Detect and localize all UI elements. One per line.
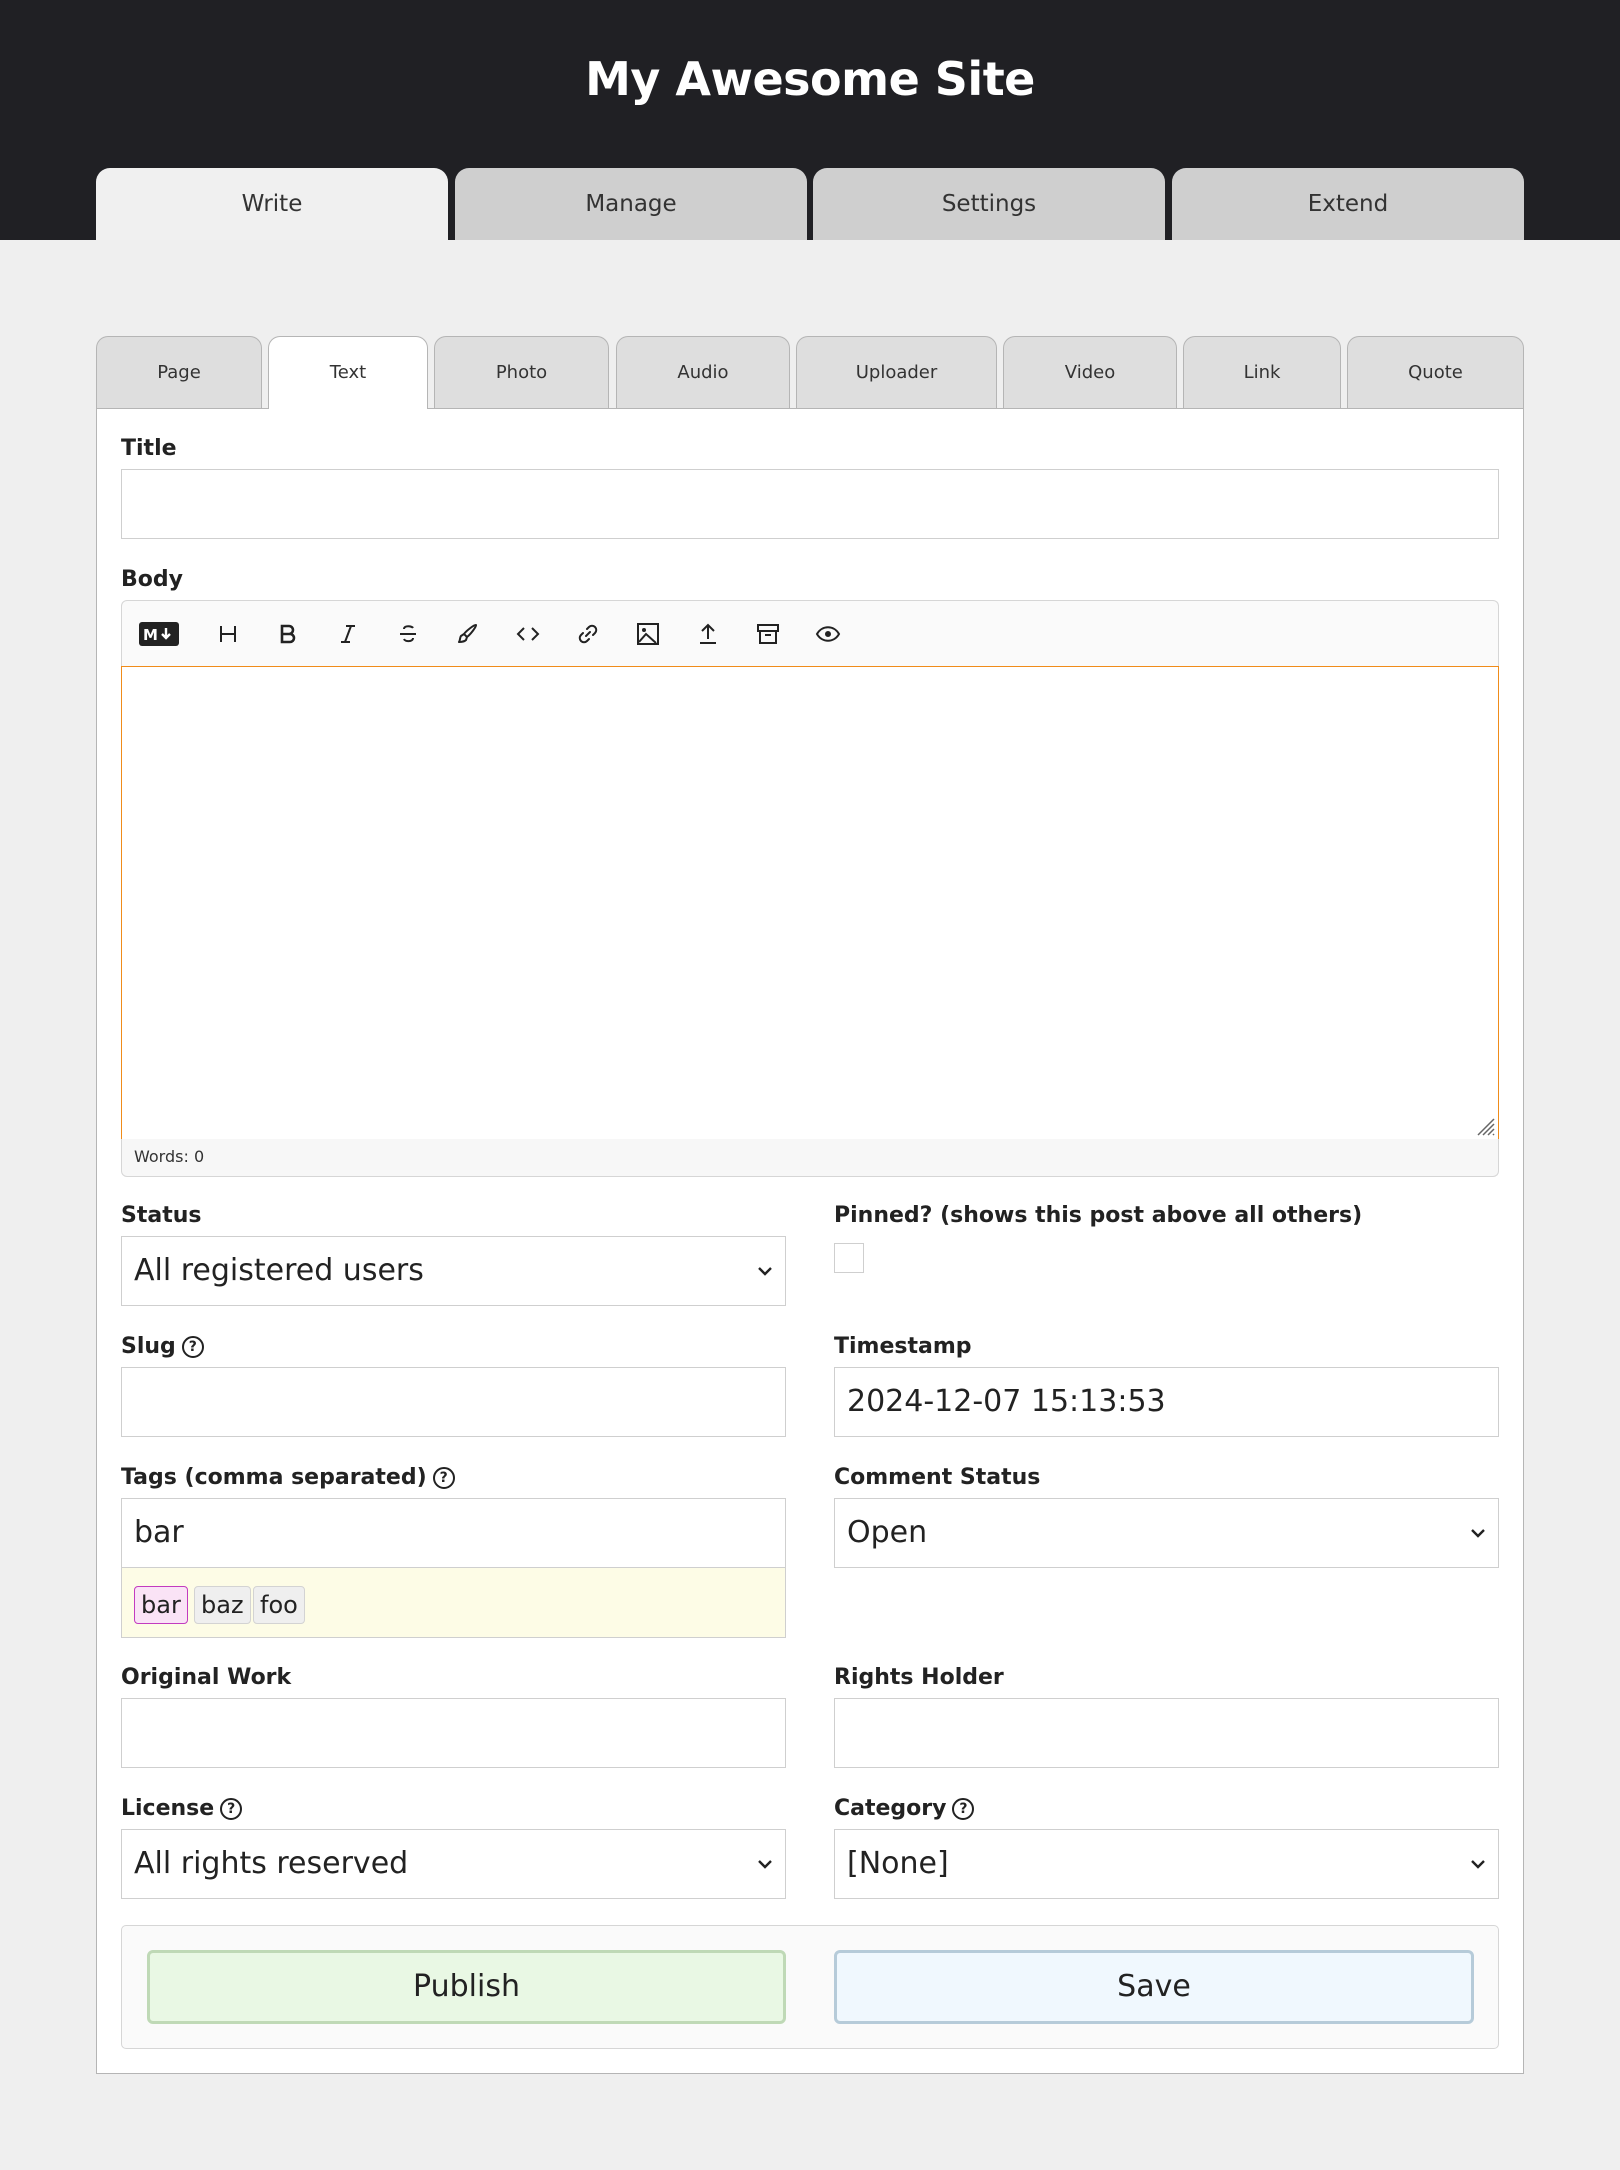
chevron-down-icon: [758, 1267, 772, 1276]
rights-holder-input[interactable]: [834, 1698, 1499, 1768]
tag-suggestion[interactable]: bar: [134, 1586, 188, 1624]
timestamp-label: Timestamp: [834, 1334, 972, 1359]
subtab-uploader[interactable]: Uploader: [796, 336, 997, 408]
timestamp-input[interactable]: 2024-12-07 15:13:53: [834, 1367, 1499, 1437]
status-label-text: Status: [121, 1203, 202, 1228]
subtab-photo[interactable]: Photo: [434, 336, 609, 408]
pinned-label-text: Pinned? (shows this post above all other…: [834, 1203, 1363, 1228]
subtab-quote[interactable]: Quote: [1347, 336, 1524, 408]
upload-icon[interactable]: [692, 618, 724, 650]
word-count: Words: 0: [121, 1139, 1499, 1177]
tab-extend[interactable]: Extend: [1172, 168, 1524, 240]
slug-label: Slug?: [121, 1334, 204, 1359]
original-work-label-text: Original Work: [121, 1665, 292, 1690]
tags-label-text: Tags (comma separated): [121, 1465, 427, 1490]
site-title: My Awesome Site: [585, 52, 1035, 106]
license-select[interactable]: All rights reserved: [121, 1829, 786, 1899]
subtab-video[interactable]: Video: [1003, 336, 1177, 408]
svg-text:M: M: [143, 626, 158, 644]
license-label: License?: [121, 1796, 243, 1821]
original-work-input[interactable]: [121, 1698, 786, 1768]
bold-icon[interactable]: [272, 618, 304, 650]
code-icon[interactable]: [512, 618, 544, 650]
comment-status-label: Comment Status: [834, 1465, 1040, 1490]
help-icon[interactable]: ?: [952, 1797, 975, 1820]
body-label: Body: [121, 567, 183, 592]
license-label-text: License: [121, 1796, 215, 1821]
chevron-down-icon: [1471, 1529, 1485, 1538]
comment-status-select[interactable]: Open: [834, 1498, 1499, 1568]
site-header: My Awesome Site Write Manage Settings Ex…: [0, 0, 1620, 240]
title-label-text: Title: [121, 436, 177, 461]
italic-icon[interactable]: [332, 618, 364, 650]
category-label: Category?: [834, 1796, 975, 1821]
timestamp-label-text: Timestamp: [834, 1334, 972, 1359]
tag-suggestions: bar baz foo: [121, 1568, 786, 1638]
chevron-down-icon: [758, 1860, 772, 1869]
slug-label-text: Slug: [121, 1334, 176, 1359]
tab-write[interactable]: Write: [96, 168, 448, 240]
help-icon[interactable]: ?: [432, 1466, 455, 1489]
save-button[interactable]: Save: [834, 1950, 1474, 2024]
body-textarea[interactable]: [121, 666, 1499, 1140]
title-label: Title: [121, 436, 177, 461]
resize-handle-icon[interactable]: [1474, 1115, 1496, 1137]
archive-icon[interactable]: [752, 618, 784, 650]
tags-label: Tags (comma separated)?: [121, 1465, 455, 1490]
strikethrough-icon[interactable]: [392, 618, 424, 650]
help-icon[interactable]: ?: [220, 1797, 243, 1820]
help-icon[interactable]: ?: [181, 1335, 204, 1358]
original-work-label: Original Work: [121, 1665, 291, 1690]
markdown-icon[interactable]: M: [138, 618, 180, 650]
slug-input[interactable]: [121, 1367, 786, 1437]
pinned-checkbox[interactable]: [834, 1243, 864, 1273]
comment-status-value: Open: [847, 1515, 928, 1550]
category-value: [None]: [847, 1846, 949, 1881]
comment-status-label-text: Comment Status: [834, 1465, 1041, 1490]
title-input[interactable]: [121, 469, 1499, 539]
rights-holder-label: Rights Holder: [834, 1665, 1004, 1690]
category-label-text: Category: [834, 1796, 947, 1821]
tag-suggestion[interactable]: foo: [253, 1586, 305, 1624]
subtab-text[interactable]: Text: [268, 336, 428, 409]
license-value: All rights reserved: [134, 1846, 409, 1881]
publish-button[interactable]: Publish: [147, 1950, 786, 2024]
rights-holder-label-text: Rights Holder: [834, 1665, 1004, 1690]
pinned-label: Pinned? (shows this post above all other…: [834, 1203, 1362, 1228]
chevron-down-icon: [1471, 1860, 1485, 1869]
status-label: Status: [121, 1203, 201, 1228]
subtab-audio[interactable]: Audio: [616, 336, 790, 408]
tab-settings[interactable]: Settings: [813, 168, 1165, 240]
tab-manage[interactable]: Manage: [455, 168, 807, 240]
body-label-text: Body: [121, 567, 183, 592]
status-select[interactable]: All registered users: [121, 1236, 786, 1306]
tag-suggestion[interactable]: baz: [194, 1586, 251, 1624]
preview-eye-icon[interactable]: [812, 618, 844, 650]
heading-icon[interactable]: [212, 618, 244, 650]
editor-toolbar: M: [121, 600, 1499, 666]
subtab-link[interactable]: Link: [1183, 336, 1341, 408]
highlight-brush-icon[interactable]: [452, 618, 484, 650]
subtab-page[interactable]: Page: [96, 336, 262, 408]
status-value: All registered users: [134, 1253, 424, 1288]
image-icon[interactable]: [632, 618, 664, 650]
category-select[interactable]: [None]: [834, 1829, 1499, 1899]
tags-input[interactable]: bar: [121, 1498, 786, 1568]
link-icon[interactable]: [572, 618, 604, 650]
